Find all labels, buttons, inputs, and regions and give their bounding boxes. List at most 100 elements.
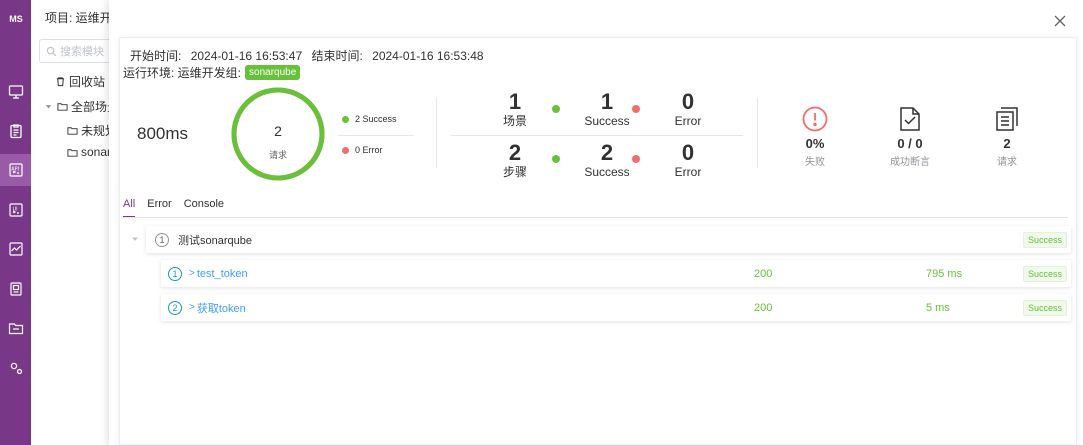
tree-item-recycle[interactable]: 回收站: [55, 73, 105, 90]
scenario-index: 1: [155, 232, 169, 247]
report-drawer: 开始时间: 2024-01-16 16:53:47 结束时间: 2024-01-…: [109, 0, 1083, 445]
env-info: 运行环境: 运维开发组: sonarqube: [123, 64, 301, 81]
module-tree-panel: 项目: 运维开发 搜索模块 回收站 全部场景 未规划 sonarq: [31, 0, 149, 445]
step-total: 2 步骤: [490, 140, 540, 180]
ui-icon: UI: [8, 203, 23, 217]
scenario-error: 0 Error: [653, 89, 723, 129]
request-time: 5 ms: [926, 301, 950, 314]
tab-all[interactable]: All: [123, 198, 136, 218]
warning-circle-icon: [802, 106, 828, 132]
step-error-dot: [632, 155, 640, 163]
scenario-error-value: 0: [681, 89, 695, 114]
project-folder-icon: [8, 323, 23, 335]
trash-icon: [56, 77, 65, 87]
step-total-value: 2: [508, 140, 522, 165]
folder-icon: [57, 103, 68, 111]
request-status-code: 200: [754, 301, 773, 314]
settings-icon: [10, 362, 22, 375]
fail-rate-value: 0%: [805, 136, 825, 151]
request-status-badge: Success: [1022, 299, 1067, 316]
scenario-total-label: 场景: [502, 114, 527, 128]
request-status-code: 200: [754, 267, 773, 280]
request-row[interactable]: 1 > test_token 200 795 ms Success: [161, 260, 1071, 287]
caret-down-icon: [45, 105, 52, 109]
request-index: 1: [168, 266, 182, 281]
nav-report[interactable]: [0, 273, 31, 305]
request-status-badge: Success: [1022, 265, 1067, 282]
nav-performance[interactable]: [0, 233, 31, 265]
step-error-label: Error: [674, 165, 702, 179]
error-dot: [342, 146, 349, 154]
end-time-value: 2024-01-16 16:53:48: [372, 49, 484, 63]
nav-ui[interactable]: UI: [0, 194, 31, 226]
start-time-value: 2024-01-16 16:53:47: [190, 49, 303, 63]
request-time: 795 ms: [926, 267, 963, 280]
fail-rate-label: 失败: [805, 157, 825, 168]
result-tabs: All Error Console: [123, 198, 236, 218]
scenario-row[interactable]: 1 测试sonarqube Success: [146, 226, 1071, 253]
request-count-label: 请求: [997, 157, 1017, 168]
tree-item-recycle-label: 回收站: [69, 75, 106, 89]
tabs-divider: [123, 217, 1068, 218]
env-label: 运行环境: 运维开发组:: [123, 66, 242, 80]
time-info: 开始时间: 2024-01-16 16:53:47 结束时间: 2024-01-…: [130, 47, 490, 64]
nav-settings[interactable]: [0, 352, 31, 384]
divider-1: [436, 98, 437, 168]
api-icon: API: [8, 163, 23, 177]
clipboard-icon: [9, 124, 22, 139]
tab-error[interactable]: Error: [147, 198, 171, 218]
scenario-error-label: Error: [674, 114, 702, 128]
scenario-status-badge: Success: [1022, 231, 1067, 248]
divider-2: [757, 98, 758, 168]
nav-api[interactable]: API: [0, 154, 31, 186]
request-count: 2 请求: [977, 105, 1037, 168]
main-nav: MS API UI: [0, 0, 31, 445]
end-time-label: 结束时间:: [311, 49, 363, 63]
tree-item-all-scenarios[interactable]: 全部场景: [43, 98, 119, 115]
scenario-error-dot: [632, 105, 640, 113]
legend-success-label: 2 Success: [355, 114, 397, 124]
nav-project[interactable]: [0, 312, 31, 344]
step-success-value: 2: [600, 140, 614, 165]
tab-console[interactable]: Console: [184, 198, 224, 218]
checklist-icon: [900, 107, 920, 131]
nav-track[interactable]: [0, 115, 31, 147]
step-success-dot: [552, 155, 560, 163]
performance-icon: [8, 242, 23, 256]
start-time-label: 开始时间:: [130, 49, 182, 63]
legend-divider: [338, 135, 414, 136]
legend-error: 0 Error: [342, 145, 383, 155]
request-row[interactable]: 2 > 获取token 200 5 ms Success: [161, 294, 1071, 321]
folder-icon: [67, 127, 78, 135]
nav-workstation[interactable]: [0, 76, 31, 108]
success-dot: [342, 115, 349, 123]
request-index: 2: [168, 300, 182, 315]
total-duration: 800ms: [137, 124, 189, 143]
app-logo: MS: [9, 14, 23, 24]
folder-icon: [67, 148, 78, 157]
close-icon[interactable]: [1053, 14, 1067, 28]
report-icon: [9, 282, 22, 296]
scenario-total-value: 1: [508, 89, 522, 114]
caret-down-icon: [132, 237, 138, 241]
chevron-right-icon: >: [189, 302, 195, 313]
legend-error-label: 0 Error: [355, 145, 383, 155]
scenario-success-dot: [552, 105, 560, 113]
assertion-result: 0 / 0 成功断言: [880, 105, 940, 168]
request-name-link[interactable]: test_token: [197, 268, 248, 280]
step-error: 0 Error: [653, 141, 723, 180]
documents-icon: [996, 107, 1018, 131]
search-placeholder: 搜索模块: [60, 46, 104, 58]
scenario-name: 测试sonarqube: [178, 234, 252, 247]
search-icon: [46, 46, 57, 56]
legend-success: 2 Success: [342, 114, 397, 124]
assertion-label: 成功断言: [890, 157, 930, 168]
collapse-toggle[interactable]: [130, 233, 140, 247]
monitor-icon: [8, 85, 23, 99]
request-name-link[interactable]: 获取token: [197, 300, 246, 316]
fail-rate: 0% 失败: [785, 105, 845, 168]
ring-label: 请求: [268, 150, 287, 160]
request-count-value: 2: [1003, 136, 1011, 151]
scenario-success-label: Success: [584, 114, 630, 128]
chevron-right-icon: >: [189, 268, 195, 279]
